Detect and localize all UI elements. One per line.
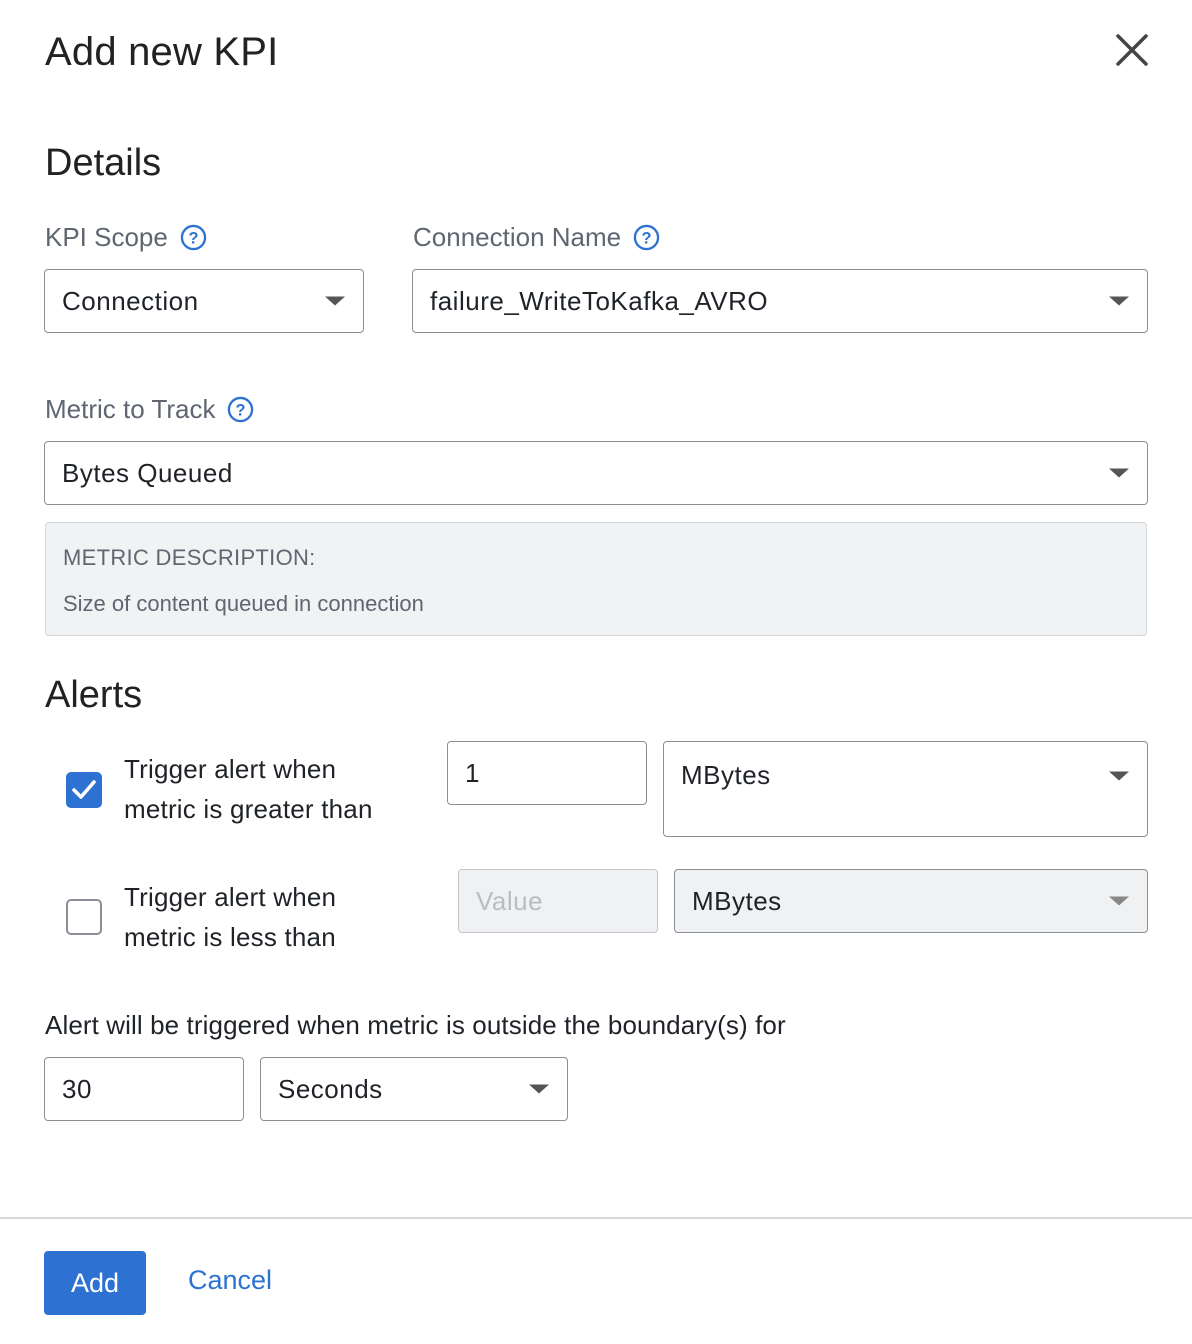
boundary-text: Alert will be triggered when metric is o… — [45, 1010, 786, 1040]
less-than-label-line1: Trigger alert when — [124, 882, 337, 912]
less-than-label: Trigger alert when metric is less than — [124, 877, 336, 957]
details-heading: Details — [45, 142, 162, 184]
duration-unit-select[interactable]: Seconds — [260, 1057, 568, 1121]
duration-value: 30 — [62, 1073, 92, 1104]
less-than-unit-select[interactable]: MBytes — [674, 869, 1148, 933]
caret-down-icon — [1109, 771, 1129, 781]
checkmark-icon — [72, 780, 96, 799]
help-icon[interactable]: ? — [633, 224, 660, 251]
metric-value: Bytes Queued — [62, 457, 233, 488]
connection-name-label: Connection Name ? — [413, 222, 660, 253]
cancel-button[interactable]: Cancel — [188, 1265, 272, 1296]
metric-label: Metric to Track ? — [45, 394, 254, 425]
kpi-scope-label-text: KPI Scope — [45, 222, 168, 252]
svg-text:?: ? — [236, 401, 246, 419]
metric-description-text: Size of content queued in connection — [63, 591, 424, 616]
greater-than-unit: MBytes — [681, 760, 771, 790]
kpi-scope-select[interactable]: Connection — [44, 269, 364, 333]
help-icon[interactable]: ? — [180, 224, 207, 251]
svg-text:?: ? — [188, 229, 198, 247]
duration-value-input[interactable]: 30 — [44, 1057, 244, 1121]
dialog-title: Add new KPI — [45, 30, 279, 74]
close-icon[interactable] — [1110, 28, 1154, 72]
close-button[interactable] — [1110, 28, 1154, 72]
greater-than-label-line2: metric is greater than — [124, 794, 373, 824]
greater-than-label-line1: Trigger alert when — [124, 754, 337, 784]
caret-down-icon — [1109, 296, 1129, 306]
greater-than-value: 1 — [465, 757, 480, 788]
add-button[interactable]: Add — [44, 1251, 146, 1315]
less-than-unit: MBytes — [692, 885, 782, 916]
caret-down-icon — [529, 1084, 549, 1094]
metric-description-heading: METRIC DESCRIPTION: — [63, 545, 316, 570]
connection-name-label-text: Connection Name — [413, 222, 622, 252]
less-than-placeholder: Value — [476, 885, 544, 916]
kpi-scope-label: KPI Scope ? — [45, 222, 207, 253]
greater-than-unit-select[interactable]: MBytes — [663, 741, 1148, 837]
caret-down-icon — [1109, 468, 1129, 478]
duration-unit: Seconds — [278, 1073, 383, 1104]
less-than-label-line2: metric is less than — [124, 922, 336, 952]
caret-down-icon — [1109, 896, 1129, 906]
caret-down-icon — [325, 296, 345, 306]
greater-than-value-input[interactable]: 1 — [447, 741, 647, 805]
greater-than-checkbox[interactable] — [66, 772, 102, 808]
less-than-checkbox[interactable] — [66, 899, 102, 935]
metric-label-text: Metric to Track — [45, 394, 216, 424]
footer-divider — [0, 1217, 1192, 1219]
help-icon[interactable]: ? — [227, 396, 254, 423]
metric-select[interactable]: Bytes Queued — [44, 441, 1148, 505]
less-than-value-input[interactable]: Value — [458, 869, 658, 933]
kpi-scope-value: Connection — [62, 285, 199, 316]
svg-text:?: ? — [642, 229, 652, 247]
greater-than-label: Trigger alert when metric is greater tha… — [124, 749, 373, 829]
alerts-heading: Alerts — [45, 674, 143, 716]
metric-description-box: METRIC DESCRIPTION: Size of content queu… — [45, 522, 1147, 636]
connection-name-value: failure_WriteToKafka_AVRO — [430, 285, 769, 316]
connection-name-select[interactable]: failure_WriteToKafka_AVRO — [412, 269, 1148, 333]
